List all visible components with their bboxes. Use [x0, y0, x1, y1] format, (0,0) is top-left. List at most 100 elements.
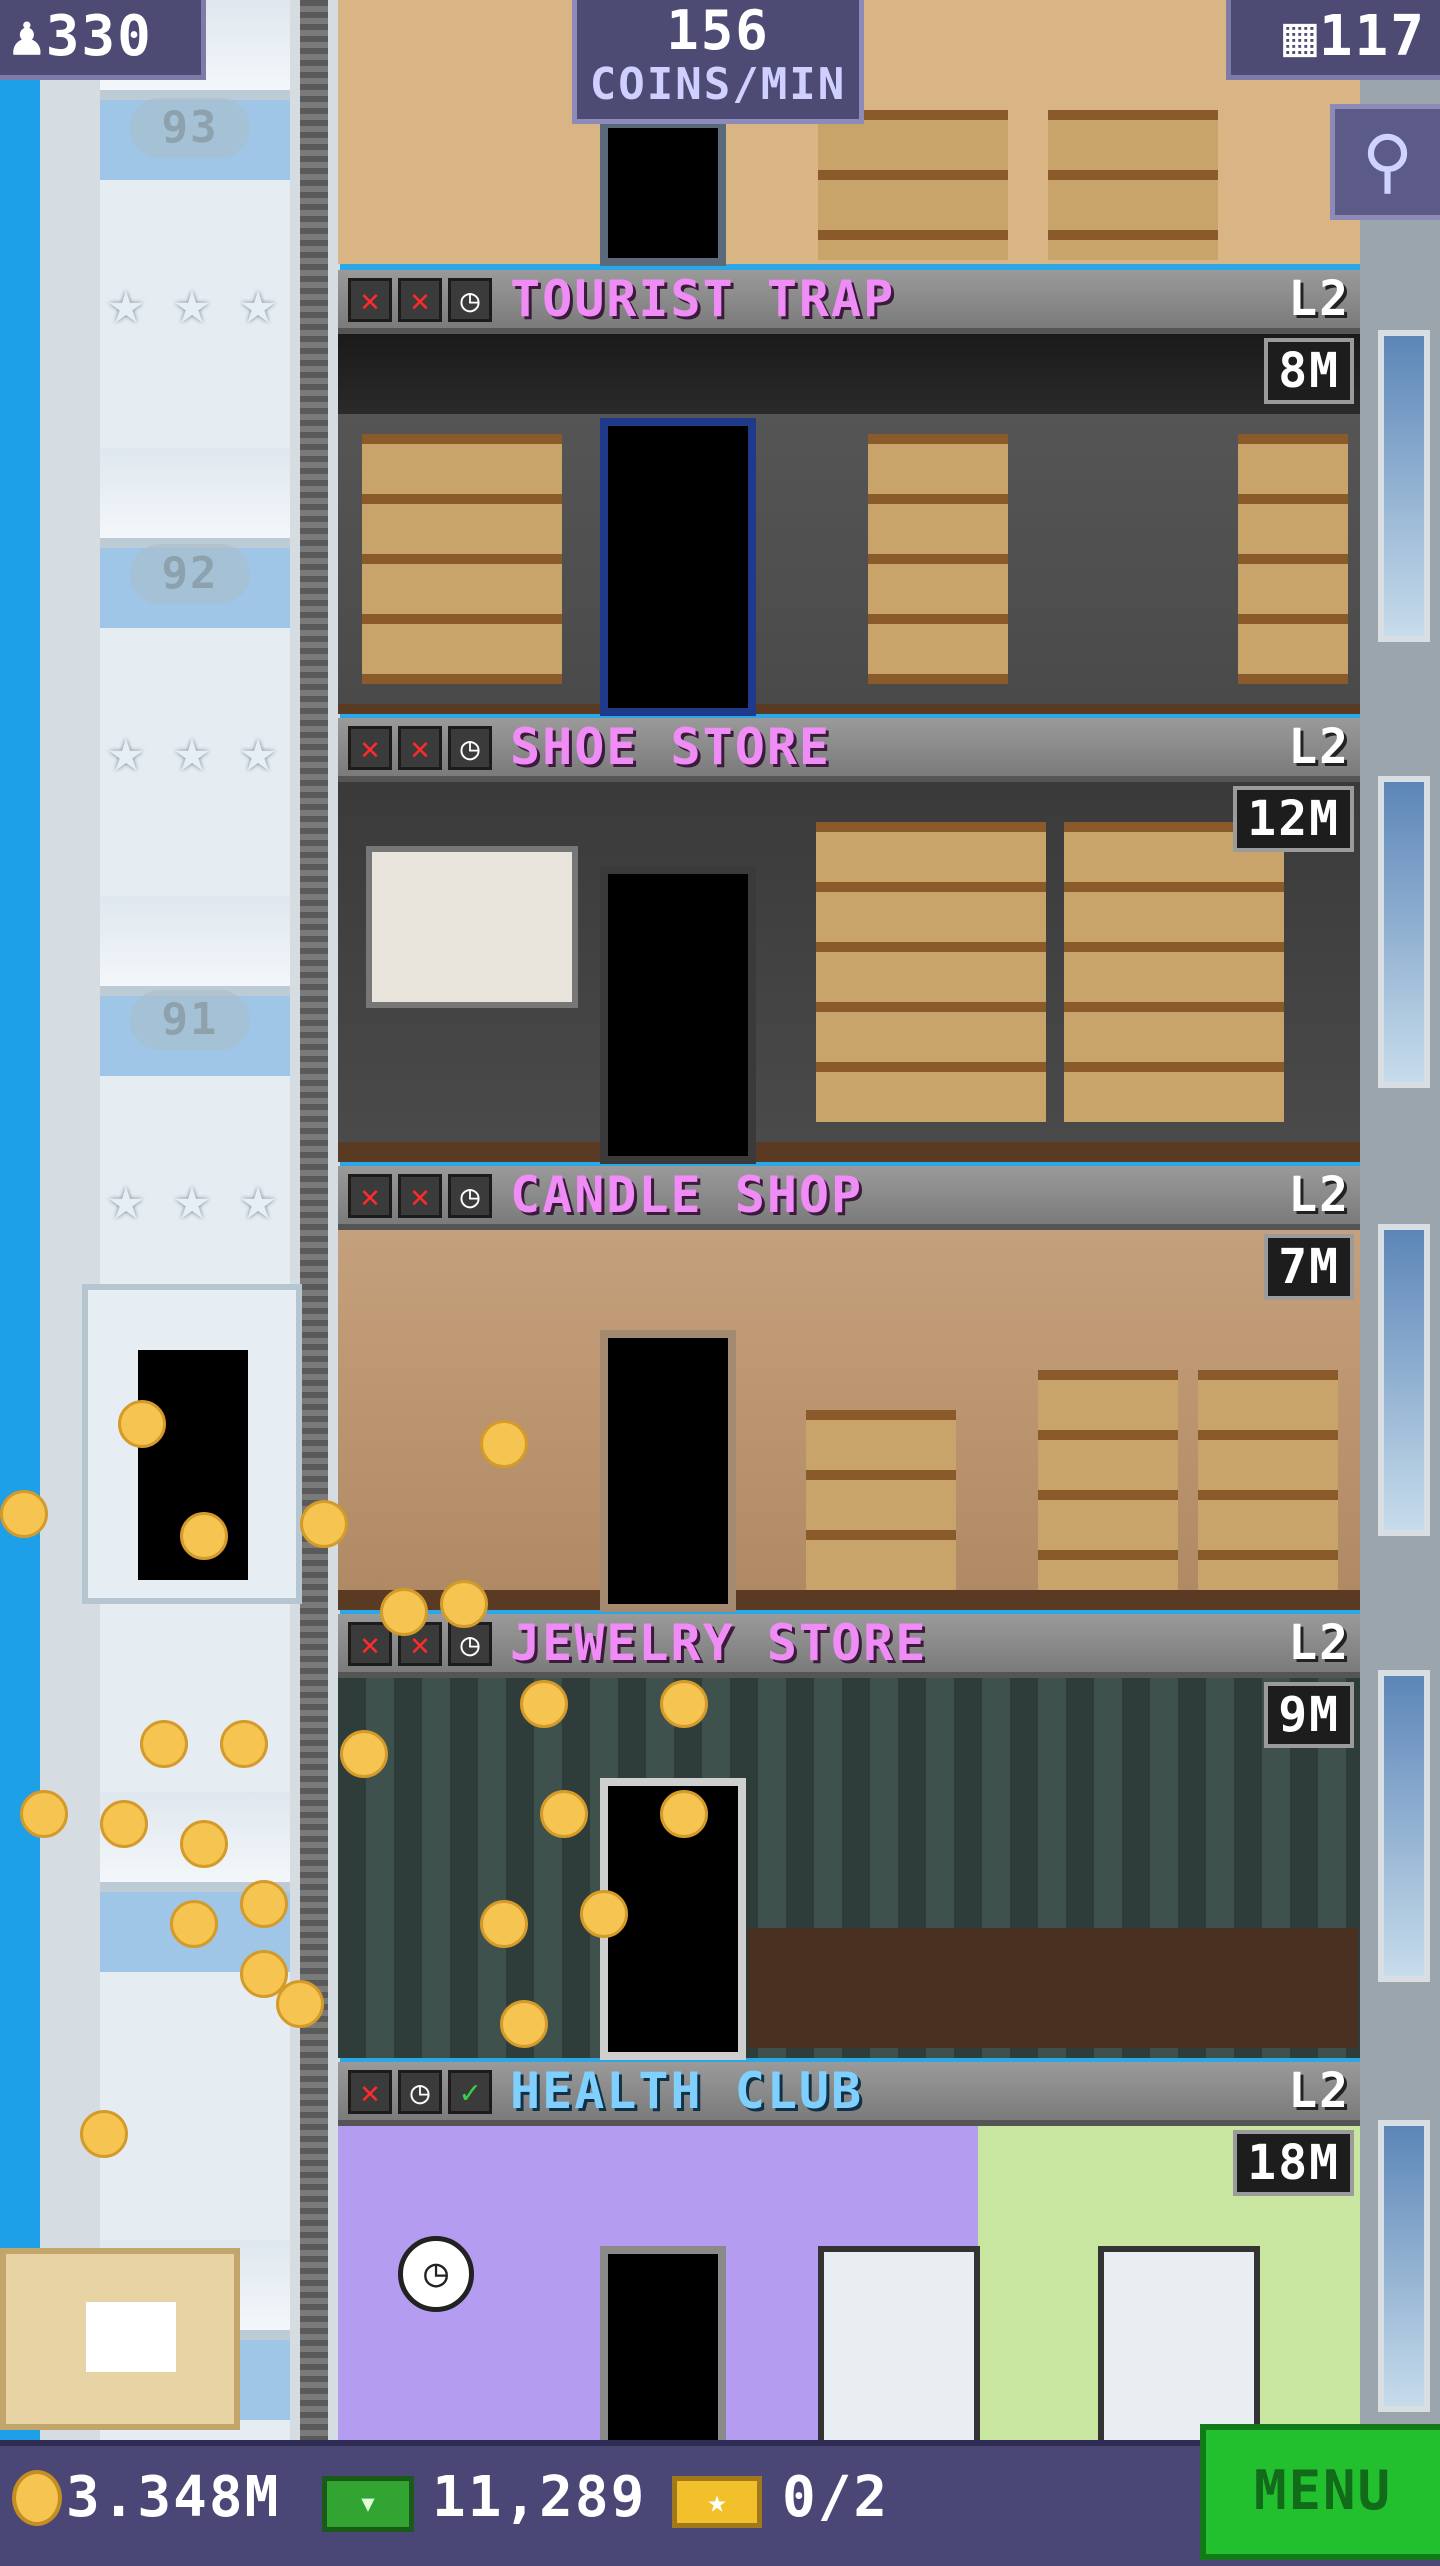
- elevator-rail: [300, 0, 328, 2440]
- building-icon: ▦: [1283, 4, 1319, 69]
- floor-name: TOURIST TRAP: [510, 270, 896, 328]
- floor-header[interactable]: ✕ ✕ ◷ SHOE STORE L2: [338, 718, 1360, 782]
- floor-header[interactable]: ✕ ✕ ◷ JEWELRY STORE L2: [338, 1614, 1360, 1678]
- shelf: [816, 822, 1046, 1122]
- floor-name: JEWELRY STORE: [510, 1614, 928, 1672]
- bux-icon: ▾: [322, 2476, 414, 2532]
- floor-jewelry-store[interactable]: ✕ ✕ ◷ JEWELRY STORE L2 9M: [338, 1614, 1360, 2062]
- star-icon: ★: [239, 1161, 277, 1234]
- shelf: [1238, 434, 1348, 684]
- star-icon: ★: [107, 713, 145, 786]
- coin-icon: [500, 2000, 548, 2048]
- floor-header[interactable]: ✕ ◷ ✓ HEALTH CLUB L2: [338, 2062, 1360, 2126]
- coin-icon: [440, 1580, 488, 1628]
- floor-stars: ★ ★ ★: [96, 265, 288, 338]
- close-icon: ✕: [398, 726, 442, 770]
- coin-icon: [340, 1730, 388, 1778]
- floor-room: [338, 1230, 1360, 1612]
- coin-icon: [660, 1790, 708, 1838]
- coin-icon: [118, 1400, 166, 1448]
- floor-door: [600, 2246, 726, 2456]
- floor-room: [338, 1678, 1360, 2060]
- check-icon: ✓: [448, 2070, 492, 2114]
- floor-door: [600, 1330, 736, 1612]
- building-window: [1378, 1224, 1430, 1536]
- close-icon: ✕: [398, 1174, 442, 1218]
- floor-badges: ✕ ✕ ◷: [348, 278, 492, 322]
- clock-icon: ◷: [448, 1622, 492, 1666]
- star-icon: ★: [107, 265, 145, 338]
- floors-value: 117: [1318, 4, 1426, 69]
- close-icon: ✕: [348, 2070, 392, 2114]
- star-icon: ★: [173, 265, 211, 338]
- coin-icon: [480, 1900, 528, 1948]
- shelf: [1038, 1370, 1178, 1590]
- coin-icon: [20, 1790, 68, 1838]
- floor-level: L2: [1288, 271, 1350, 327]
- tickets-value: 0/2: [782, 2465, 890, 2530]
- star-icon: ★: [173, 713, 211, 786]
- coin-icon: [140, 1720, 188, 1768]
- star-icon: ★: [173, 1161, 211, 1234]
- coins-per-min-value: 156: [666, 0, 770, 62]
- floor-earnings: 8M: [1264, 338, 1354, 404]
- coin-icon: [660, 1680, 708, 1728]
- coin-icon: [220, 1720, 268, 1768]
- floor-tourist-trap[interactable]: ✕ ✕ ◷ TOURIST TRAP L2 8M: [338, 270, 1360, 718]
- floor-number: 91: [130, 990, 250, 1050]
- floor-badges: ✕ ✕ ◷: [348, 726, 492, 770]
- coins-value: 3.348M: [66, 2465, 281, 2530]
- building-window: [1378, 1670, 1430, 1982]
- window: [818, 2246, 980, 2452]
- shelf: [1198, 1370, 1338, 1590]
- building-window: [1378, 776, 1430, 1088]
- floor-earnings: 18M: [1233, 2130, 1354, 2196]
- floor-header[interactable]: ✕ ✕ ◷ CANDLE SHOP L2: [338, 1166, 1360, 1230]
- coin-icon: [80, 2110, 128, 2158]
- floor-counter[interactable]: ▦117: [1226, 0, 1440, 80]
- coin-icon: [0, 1490, 48, 1538]
- floor-stars: ★ ★ ★: [96, 1161, 288, 1234]
- population-counter[interactable]: ♟330: [0, 0, 206, 80]
- close-icon: ✕: [348, 726, 392, 770]
- floor-level: L2: [1288, 719, 1350, 775]
- coin-icon: [240, 1880, 288, 1928]
- floor-number: 92: [130, 544, 250, 604]
- star-icon: ★: [107, 1161, 145, 1234]
- building-window: [1378, 330, 1430, 642]
- floor-door: [600, 866, 756, 1164]
- floor-room: ◷: [338, 2126, 1360, 2456]
- floor-name: CANDLE SHOP: [510, 1166, 864, 1224]
- close-icon: ✕: [348, 278, 392, 322]
- floor-candle-shop[interactable]: ✕ ✕ ◷ CANDLE SHOP L2 7M: [338, 1166, 1360, 1614]
- coin-icon: [12, 2470, 62, 2526]
- coin-icon: [540, 1790, 588, 1838]
- floor-header[interactable]: ✕ ✕ ◷ TOURIST TRAP L2: [338, 270, 1360, 334]
- clock-icon: ◷: [398, 2236, 474, 2312]
- star-icon: ★: [239, 265, 277, 338]
- search-icon: ⚲: [1361, 120, 1414, 202]
- floor-badges: ✕ ✕ ◷: [348, 1174, 492, 1218]
- shelf: [1064, 822, 1284, 1122]
- clock-icon: ◷: [448, 1174, 492, 1218]
- coin-icon: [380, 1588, 428, 1636]
- search-button[interactable]: ⚲: [1330, 104, 1440, 220]
- ticket-icon: ★: [672, 2476, 762, 2528]
- clock-icon: ◷: [448, 278, 492, 322]
- floor-badges: ✕ ◷ ✓: [348, 2070, 492, 2114]
- floor-shoe-store[interactable]: ✕ ✕ ◷ SHOE STORE L2 12M: [338, 718, 1360, 1166]
- floor-level: L2: [1288, 2063, 1350, 2119]
- poster: [366, 846, 578, 1008]
- shelf: [1048, 110, 1218, 260]
- shelf: [806, 1410, 956, 1590]
- coin-icon: [480, 1420, 528, 1468]
- coin-icon: [276, 1980, 324, 2028]
- coins-per-min-panel[interactable]: 156 COINS/MIN: [572, 0, 864, 124]
- menu-button[interactable]: MENU: [1200, 2424, 1440, 2560]
- crate-button[interactable]: [0, 2248, 240, 2430]
- floor-level: L2: [1288, 1167, 1350, 1223]
- bux-value: 11,289: [432, 2465, 647, 2530]
- population-value: 330: [45, 4, 153, 69]
- clock-icon: ◷: [398, 2070, 442, 2114]
- floor-health-club[interactable]: ◷ ✕ ◷ ✓ HEALTH CLUB L2 18M: [338, 2062, 1360, 2456]
